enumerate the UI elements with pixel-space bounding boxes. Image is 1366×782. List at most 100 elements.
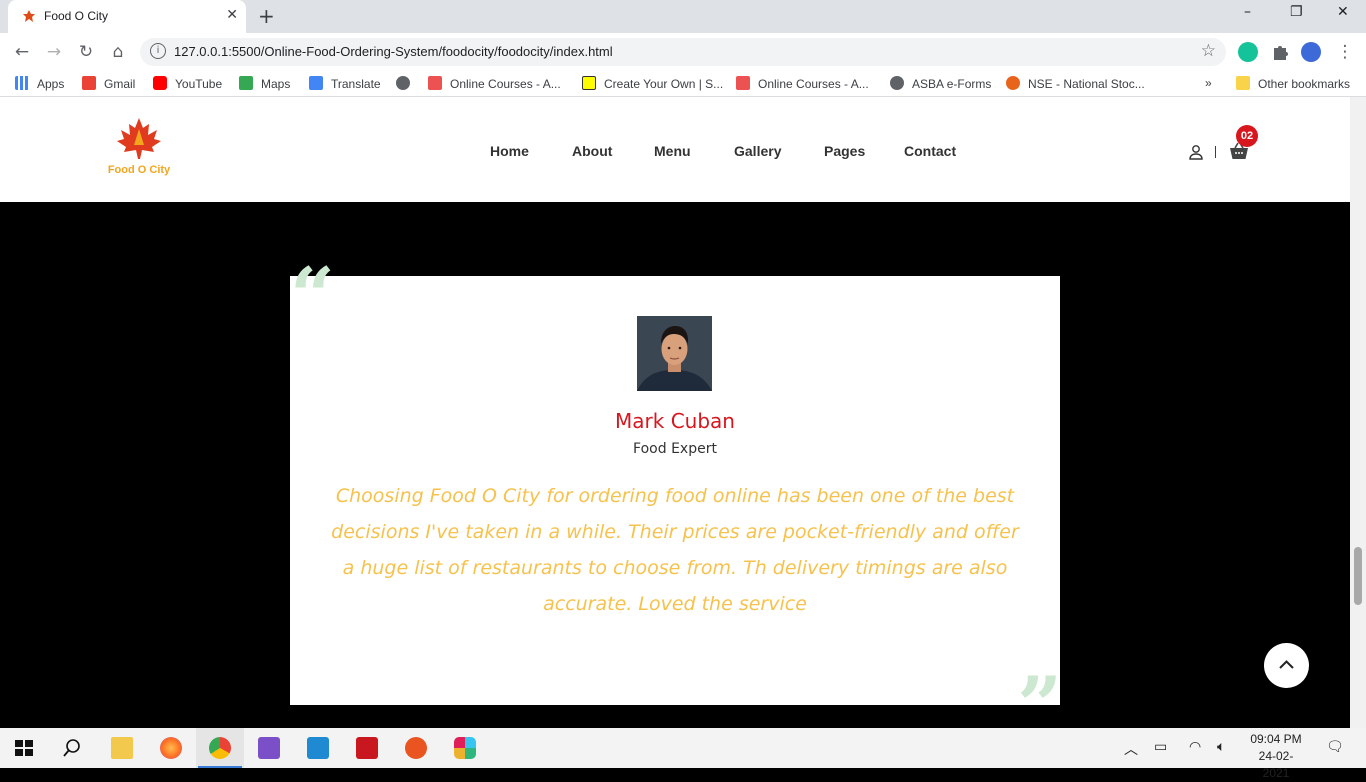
close-quote-icon: ” [1017,660,1062,729]
taskbar-ubuntu[interactable] [392,728,440,768]
nse-icon [1006,76,1020,90]
browser-tab[interactable]: Food O City ✕ [8,0,246,33]
taskbar-firefox[interactable] [147,728,195,768]
site-logo[interactable]: Food O City [104,115,174,179]
page-scrollbar[interactable] [1350,97,1366,728]
snapchat-icon [582,76,596,90]
bookmark-maps[interactable]: Maps [239,76,290,91]
globe-icon [396,76,410,90]
nav-menu[interactable]: Menu [654,143,691,159]
site-favicon-icon [23,10,35,22]
bookmark-asba[interactable]: ASBA e-Forms [890,76,991,91]
header-divider [1215,146,1216,158]
nav-gallery[interactable]: Gallery [734,143,781,159]
user-account-icon[interactable] [1188,144,1204,160]
acrobat-icon [356,737,378,759]
reviewer-photo [637,316,712,391]
taskbar-vscode[interactable] [294,728,342,768]
udemy-icon [428,76,442,90]
back-arrow-icon[interactable]: ← [10,40,34,64]
new-tab-icon[interactable]: + [258,4,275,28]
bookmarks-bar: Apps Gmail YouTube Maps Translate Online… [0,71,1366,97]
slack-icon [454,737,476,759]
start-button[interactable] [0,728,48,768]
folder-icon [111,737,133,759]
open-quote-icon: “ [290,251,335,342]
bookmark-udemy-1[interactable]: Online Courses - A... [428,76,561,91]
bookmark-gmail[interactable]: Gmail [82,76,135,91]
bookmark-udemy-2[interactable]: Online Courses - A... [736,76,869,91]
restore-window-icon[interactable]: ❐ [1290,4,1303,20]
chevron-up-icon [1279,660,1294,669]
address-bar[interactable]: i 127.0.0.1:5500/Online-Food-Ordering-Sy… [140,38,1226,66]
bookmark-star-icon[interactable]: ☆ [1201,41,1216,61]
notifications-icon[interactable]: 🗨︎ [1326,739,1344,755]
maple-leaf-logo-icon [117,118,161,159]
windows-taskbar: ︿ ▭ ◠ 🔈︎ 09:04 PM 24-02-2021 🗨︎ [0,728,1366,780]
nav-contact[interactable]: Contact [904,143,956,159]
battery-icon[interactable]: ▭ [1154,739,1167,755]
maps-icon [239,76,253,90]
globe-icon [890,76,904,90]
nav-pages[interactable]: Pages [824,143,865,159]
page-viewport: Food O City Home About Menu Gallery Page… [0,97,1350,728]
vscode-icon [307,737,329,759]
windows-logo-icon [15,740,33,756]
review-text: Choosing Food O City for ordering food o… [331,485,1019,615]
taskbar-visual-studio[interactable] [245,728,293,768]
search-icon [63,739,80,757]
browser-toolbar: ← → ↻ ⌂ i 127.0.0.1:5500/Online-Food-Ord… [0,33,1366,71]
logo-text: Food O City [107,164,171,176]
translate-icon [309,76,323,90]
clock-time: 09:04 PM [1250,732,1302,746]
taskbar-file-explorer[interactable] [98,728,146,768]
taskbar-search-button[interactable] [48,728,96,768]
chrome-icon [209,737,231,759]
minimize-window-icon[interactable]: – [1244,4,1251,20]
show-hidden-icons-icon[interactable]: ︿ [1124,739,1138,759]
testimonial-card: “ Mark Cuban Food Expert Choosing Food O… [290,258,1062,728]
tab-title: Food O City [44,9,109,23]
nav-about[interactable]: About [572,143,612,159]
browser-tab-strip: Food O City ✕ + – ❐ ✕ [0,0,1366,33]
forward-arrow-icon[interactable]: → [42,40,66,64]
bookmark-snapchat[interactable]: Create Your Own | S... [582,76,723,91]
visual-studio-icon [258,737,280,759]
scrollbar-thumb[interactable] [1354,547,1362,605]
nav-home[interactable]: Home [490,143,529,159]
site-header: Food O City Home About Menu Gallery Page… [0,97,1350,202]
bookmark-youtube[interactable]: YouTube [153,76,222,91]
taskbar-chrome[interactable] [196,728,244,768]
extensions-puzzle-icon[interactable] [1270,42,1290,62]
grammarly-extension-icon[interactable] [1238,42,1258,62]
ubuntu-icon [405,737,427,759]
site-info-icon[interactable]: i [150,43,166,59]
wifi-icon[interactable]: ◠ [1189,739,1201,755]
reviewer-role: Food Expert [633,441,717,457]
folder-icon [1236,76,1250,90]
volume-icon[interactable]: 🔈︎ [1217,739,1225,755]
reviewer-name: Mark Cuban [615,409,735,433]
home-icon[interactable]: ⌂ [106,40,130,64]
gmail-icon [82,76,96,90]
clock-date: 24-02-2021 [1258,749,1294,780]
bookmark-globe[interactable] [396,76,418,91]
scroll-to-top-button[interactable] [1264,643,1309,688]
bookmark-apps[interactable]: Apps [15,76,64,91]
bookmark-translate[interactable]: Translate [309,76,381,91]
bookmark-nse[interactable]: NSE - National Stoc... [1006,76,1145,91]
taskbar-slack[interactable] [441,728,489,768]
profile-avatar[interactable] [1301,42,1321,62]
chrome-menu-icon[interactable]: ⋮ [1333,40,1357,64]
reviewer-avatar [637,316,712,391]
reload-icon[interactable]: ↻ [74,40,98,64]
firefox-icon [160,737,182,759]
taskbar-acrobat[interactable] [343,728,391,768]
bookmark-other[interactable]: Other bookmarks [1236,76,1350,91]
bookmarks-overflow-icon[interactable]: » [1205,76,1212,90]
url-text[interactable]: 127.0.0.1:5500/Online-Food-Ordering-Syst… [174,44,613,59]
close-tab-icon[interactable]: ✕ [226,7,238,23]
system-clock[interactable]: 09:04 PM 24-02-2021 [1246,731,1306,782]
youtube-icon [153,76,167,90]
close-window-icon[interactable]: ✕ [1337,4,1349,20]
